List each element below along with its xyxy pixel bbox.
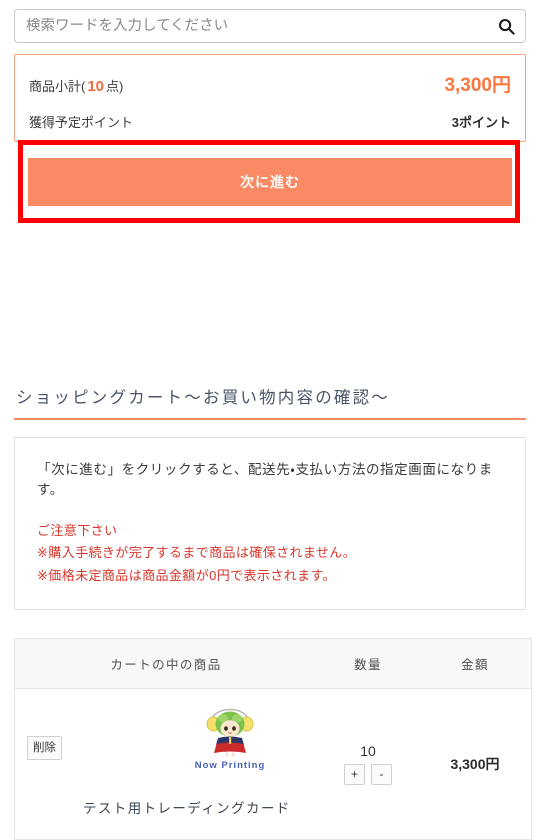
cart-table-body: 削除 Now Printing テスト用トレーディングカード 10 + - 3,… [15,689,532,840]
points-label: 獲得予定ポイント [29,115,134,130]
item-cell: 削除 Now Printing テスト用トレーディングカード [15,689,318,840]
notice-warning-line: ※購入手続きが完了するまで商品は確保されません。 [37,545,357,561]
product-thumbnail: Now Printing [175,697,285,771]
search-icon [497,17,516,36]
section-divider [14,418,526,420]
now-printing-placeholder-icon [175,697,285,759]
points-value: 3ポイント [451,115,511,130]
column-header-item: カートの中の商品 [14,638,317,690]
cart-header-row: カートの中の商品 数量 金額 [14,638,532,690]
quantity-increment-button[interactable]: + [344,764,365,786]
search-bar[interactable] [14,9,526,43]
thumbnail-caption: Now Printing [194,760,266,772]
column-header-quantity: 数量 [317,638,419,690]
delete-item-button[interactable]: 削除 [27,736,62,761]
item-amount: 3,300円 [450,756,500,773]
notice-warning-list: ご注意下さい ※購入手続きが完了するまで商品は確保されません。 ※価格未定商品は… [37,520,503,587]
subtotal-count: 10 [87,78,105,95]
cart-table-head: カートの中の商品 数量 金額 [14,638,532,690]
search-input[interactable] [15,18,487,34]
subtotal-label-prefix: 商品小計( [29,79,86,94]
subtotal-row: 商品小計(10 点) 3,300円 [29,67,511,109]
subtotal-amount: 3,300円 [444,75,511,96]
search-button[interactable] [487,10,525,42]
page-title: ショッピングカート〜お買い物内容の確認〜 [16,389,390,407]
column-header-amount: 金額 [419,638,532,690]
notice-warning-line: ※価格未定商品は商品金額が0円で表示されます。 [37,567,337,583]
quantity-value: 10 [360,743,376,760]
product-name: テスト用トレーディングカード [83,801,291,817]
quantity-cell: 10 + - [317,689,419,840]
order-summary-box: 商品小計(10 点) 3,300円 獲得予定ポイント 3ポイント [14,54,526,142]
subtotal-label-suffix: 点) [106,79,124,94]
cart-table: カートの中の商品 数量 金額 削除 Now Printing テスト用トレーディ… [14,638,532,840]
table-row: 削除 Now Printing テスト用トレーディングカード 10 + - 3,… [15,689,532,840]
points-row: 獲得予定ポイント 3ポイント [29,109,511,131]
quantity-decrement-button[interactable]: - [371,764,392,786]
notice-panel: 「次に進む」をクリックすると、配送先・支払い方法の指定画面になります。 ご注意下… [14,437,526,611]
notice-main-text: 「次に進む」をクリックすると、配送先・支払い方法の指定画面になります。 [37,462,493,497]
notice-warning-line: ご注意下さい [37,523,118,538]
next-step-button[interactable]: 次に進む [28,158,512,206]
quantity-stepper: + - [317,764,419,786]
subtotal-label: 商品小計(10 点) [29,76,123,95]
